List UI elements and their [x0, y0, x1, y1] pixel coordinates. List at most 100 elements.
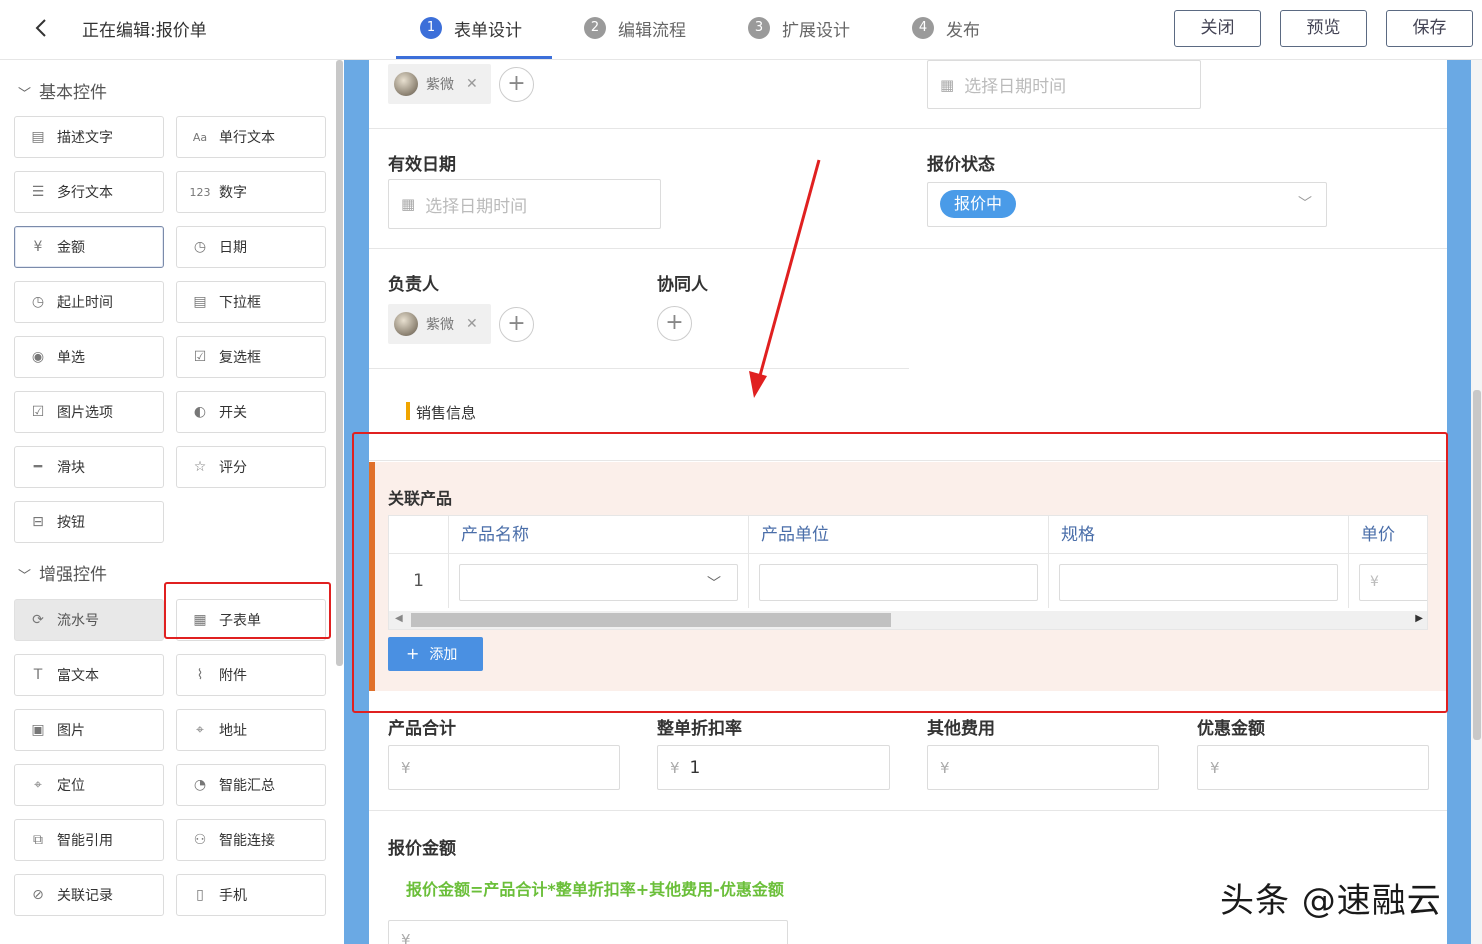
control-label: 图片	[57, 723, 85, 739]
close-icon[interactable]: ✕	[466, 316, 478, 332]
dropdown-list-icon: ▤	[193, 294, 207, 310]
control-item[interactable]: ⧉ 智能引用	[14, 819, 164, 861]
clock-icon: ◷	[31, 294, 45, 310]
discount-amount-label: 优惠金额	[1197, 719, 1265, 739]
discount-rate-field[interactable]: ¥1	[657, 745, 890, 790]
chevron-left-icon[interactable]	[30, 16, 54, 40]
annotation-arrow-icon	[749, 159, 821, 398]
control-label: 地址	[219, 723, 247, 739]
left-scrollbar[interactable]	[336, 60, 343, 666]
status-badge: 报价中	[940, 190, 1017, 218]
total-field[interactable]: ¥	[388, 745, 620, 790]
basic-controls-header[interactable]: ﹀ 基本控件	[18, 78, 107, 103]
slider-icon: ━	[33, 459, 43, 475]
control-item[interactable]: ◔ 智能汇总	[176, 764, 326, 806]
mobile-phone-icon: ▯	[196, 887, 204, 903]
control-item[interactable]: ⚇ 智能连接	[176, 819, 326, 861]
calendar-icon: ▦	[940, 75, 955, 94]
control-item[interactable]: ◷ 起止时间	[14, 281, 164, 323]
enhanced-controls-header[interactable]: ﹀ 增强控件	[18, 560, 107, 585]
control-item[interactable]: ☑ 复选框	[176, 336, 326, 378]
section-title: 基本控件	[39, 83, 108, 103]
chevron-down-icon: ﹀	[1298, 196, 1312, 212]
add-user-button[interactable]: +	[499, 67, 534, 102]
control-item[interactable]: ━ 滑块	[14, 446, 164, 488]
control-label: 日期	[219, 240, 247, 256]
discount-label: 整单折扣率	[657, 719, 742, 739]
control-item[interactable]: ⌇ 附件	[176, 654, 326, 696]
clock-icon: ◷	[193, 239, 207, 255]
field-value: 1	[689, 757, 701, 778]
multiline-list-icon: ☰	[31, 184, 45, 200]
quote-amount-label: 报价金额	[388, 839, 456, 859]
right-scrollbar[interactable]	[1473, 390, 1481, 740]
control-label: 描述文字	[57, 130, 113, 146]
add-owner-button[interactable]: +	[499, 307, 534, 342]
control-item[interactable]: ⊘ 关联记录	[14, 874, 164, 916]
toggle-icon: ◐	[193, 404, 207, 420]
control-item[interactable]: Aa 单行文本	[176, 116, 326, 158]
control-item[interactable]: ⌖ 定位	[14, 764, 164, 806]
chevron-down-icon: ﹀	[18, 87, 32, 102]
step-form-design[interactable]: 1 表单设计	[420, 14, 522, 42]
control-label: 开关	[219, 405, 247, 421]
step-label: 表单设计	[454, 20, 522, 41]
step-publish[interactable]: 4 发布	[912, 14, 980, 42]
active-step-underline	[396, 56, 552, 59]
connection-icon: ⚇	[193, 832, 207, 848]
control-label: 定位	[57, 778, 85, 794]
control-item[interactable]: ⌖ 地址	[176, 709, 326, 751]
yen-icon: ¥	[401, 931, 411, 944]
control-item[interactable]: ◐ 开关	[176, 391, 326, 433]
control-item[interactable]: ▯ 手机	[176, 874, 326, 916]
control-item[interactable]: ⟳ 流水号	[14, 599, 164, 641]
placeholder: 选择日期时间	[964, 77, 1067, 97]
yen-icon: ¥	[940, 758, 950, 777]
step-edit-flow[interactable]: 2 编辑流程	[584, 14, 686, 42]
control-item[interactable]: ¥ 金额	[14, 226, 164, 268]
number-123-icon: 123	[189, 185, 211, 199]
control-item[interactable]: ▤ 下拉框	[176, 281, 326, 323]
control-item[interactable]: 123 数字	[176, 171, 326, 213]
quote-amount-field[interactable]: ¥	[388, 920, 788, 944]
control-item[interactable]: T 富文本	[14, 654, 164, 696]
step-extension-design[interactable]: 3 扩展设计	[748, 14, 850, 42]
control-item[interactable]: ☰ 多行文本	[14, 171, 164, 213]
control-label: 智能汇总	[219, 778, 275, 794]
avatar	[394, 72, 418, 96]
step-nav: 1 表单设计 2 编辑流程 3 扩展设计 4 发布	[420, 14, 1042, 42]
serial-number-icon: ⟳	[32, 612, 44, 628]
placeholder: 选择日期时间	[425, 196, 528, 217]
section-marker	[406, 402, 410, 420]
control-item[interactable]: ◷ 日期	[176, 226, 326, 268]
control-label: 手机	[219, 888, 247, 904]
control-item[interactable]: ⊟ 按钮	[14, 501, 164, 543]
save-button[interactable]: 保存	[1386, 10, 1473, 47]
total-label: 产品合计	[388, 719, 456, 739]
step-number: 1	[420, 17, 442, 39]
control-item[interactable]: ▤ 描述文字	[14, 116, 164, 158]
paperclip-icon: ⌇	[196, 667, 204, 683]
step-label: 发布	[946, 20, 980, 41]
control-label: 金额	[57, 240, 85, 256]
discount-amount-field[interactable]: ¥	[1197, 745, 1429, 790]
annotation-highlight-subform	[352, 432, 1448, 713]
close-icon[interactable]: ✕	[466, 76, 478, 92]
rich-text-icon: T	[33, 667, 43, 683]
control-label: 单行文本	[219, 130, 275, 146]
control-item[interactable]: ▣ 图片	[14, 709, 164, 751]
control-item[interactable]: ☆ 评分	[176, 446, 326, 488]
user-chip[interactable]: 紫微 ✕	[388, 64, 491, 104]
add-collaborator-button[interactable]: +	[657, 306, 692, 341]
control-item[interactable]: ◉ 单选	[14, 336, 164, 378]
owner-label: 负责人	[388, 275, 439, 295]
preview-button[interactable]: 预览	[1280, 10, 1367, 47]
owner-chip[interactable]: 紫微 ✕	[388, 304, 491, 344]
date-time-field[interactable]: ▦ 选择日期时间	[927, 60, 1201, 109]
control-item[interactable]: ☑ 图片选项	[14, 391, 164, 433]
valid-date-field[interactable]: ▦ 选择日期时间	[388, 179, 661, 229]
step-label: 编辑流程	[618, 20, 686, 41]
calendar-icon: ▦	[401, 195, 416, 213]
other-fee-field[interactable]: ¥	[927, 745, 1159, 790]
close-button[interactable]: 关闭	[1174, 10, 1261, 47]
